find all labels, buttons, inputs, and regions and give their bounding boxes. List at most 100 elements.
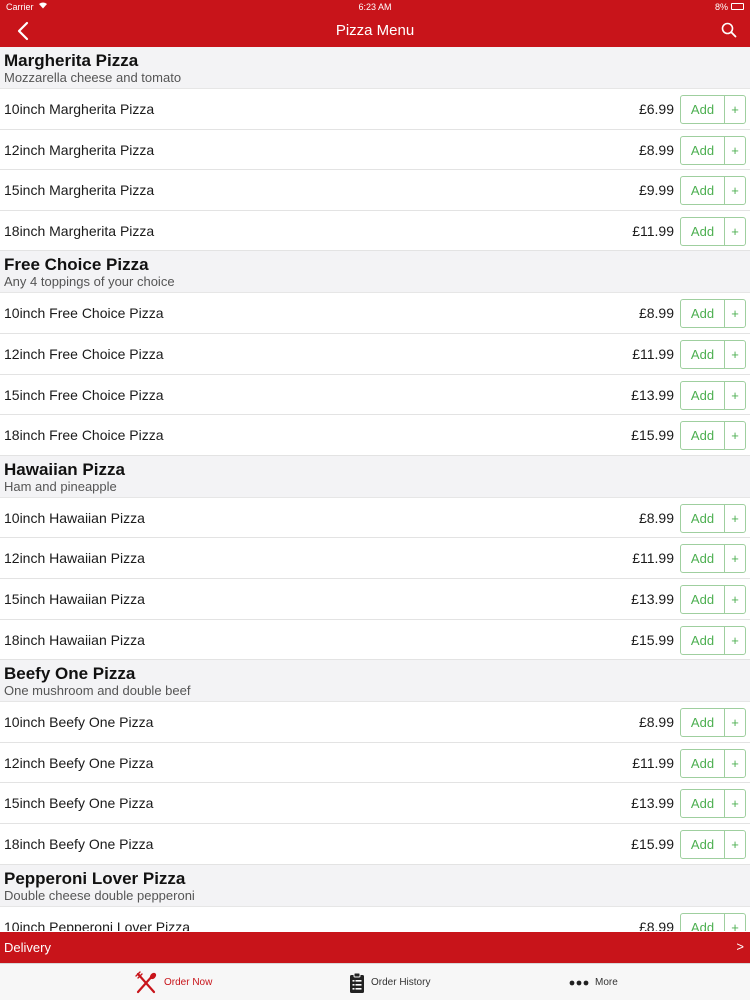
menu-item-name: 12inch Free Choice Pizza — [4, 345, 164, 362]
add-button[interactable]: Add + — [680, 829, 746, 859]
plus-icon: + — [731, 387, 739, 403]
add-button-label: Add — [681, 749, 725, 777]
tab-order-history[interactable]: Order History — [349, 964, 430, 1000]
tab-order-now[interactable]: Order Now — [134, 964, 212, 1000]
add-button[interactable]: Add + — [680, 708, 746, 738]
add-button[interactable]: Add + — [680, 135, 746, 165]
tab-more[interactable]: More — [569, 964, 618, 1000]
add-button[interactable]: Add + — [680, 95, 746, 124]
section-header: Free Choice Pizza Any 4 toppings of your … — [0, 251, 750, 294]
add-button-label: Add — [681, 422, 725, 450]
menu-item-row[interactable]: 15inch Margherita Pizza £9.99 Add + — [0, 170, 750, 211]
menu-item-name: 15inch Beefy One Pizza — [4, 795, 154, 812]
menu-item-row[interactable]: 10inch Pepperoni Lover Pizza £8.99 Add + — [0, 906, 750, 932]
menu-item-name: 15inch Margherita Pizza — [4, 182, 155, 199]
menu-item-price: £11.99 — [632, 550, 674, 567]
menu-item-row[interactable]: 12inch Free Choice Pizza £11.99 Add + — [0, 333, 750, 375]
plus-icon: + — [731, 183, 739, 199]
menu-item-name: 12inch Margherita Pizza — [4, 141, 155, 158]
menu-item-row[interactable]: 18inch Beefy One Pizza £15.99 Add + — [0, 823, 750, 865]
add-button-label: Add — [681, 626, 725, 654]
delivery-bar[interactable]: Delivery > — [0, 932, 750, 963]
section-subtitle: Double cheese double pepperoni — [4, 887, 195, 903]
add-button[interactable]: Add + — [680, 503, 746, 533]
plus-icon: + — [731, 632, 739, 648]
section-title: Free Choice Pizza — [4, 255, 149, 275]
tab-bar: Order Now Order History More — [0, 963, 750, 1000]
plus-icon: + — [731, 591, 739, 607]
add-button[interactable]: Add + — [680, 421, 746, 451]
menu-item-name: 10inch Beefy One Pizza — [4, 714, 154, 731]
add-button-label: Add — [681, 709, 725, 737]
menu-item-name: 18inch Hawaiian Pizza — [4, 631, 145, 648]
add-button[interactable]: Add + — [680, 584, 746, 614]
menu-item-price: £15.99 — [631, 427, 674, 444]
tab-order-now-label: Order Now — [164, 977, 213, 988]
menu-item-price: £11.99 — [632, 345, 674, 362]
add-button-label: Add — [681, 136, 725, 164]
add-button[interactable]: Add + — [680, 789, 746, 819]
menu-item-row[interactable]: 15inch Beefy One Pizza £13.99 Add + — [0, 783, 750, 824]
tab-more-label: More — [595, 977, 618, 988]
menu-item-row[interactable]: 10inch Free Choice Pizza £8.99 Add + — [0, 293, 750, 334]
delivery-label: Delivery — [4, 940, 51, 955]
battery-icon — [731, 3, 744, 10]
menu-item-row[interactable]: 18inch Margherita Pizza £11.99 Add + — [0, 210, 750, 252]
menu-item-name: 10inch Pepperoni Lover Pizza — [4, 918, 191, 932]
plus-icon: + — [731, 510, 739, 526]
menu-item-name: 18inch Beefy One Pizza — [4, 835, 154, 852]
menu-item-row[interactable]: 12inch Hawaiian Pizza £11.99 Add + — [0, 538, 750, 579]
add-button[interactable]: Add + — [680, 748, 746, 778]
add-button-label: Add — [681, 830, 725, 858]
section-title: Pepperoni Lover Pizza — [4, 868, 186, 888]
menu-item-name: 10inch Free Choice Pizza — [4, 305, 164, 322]
menu-item-name: 12inch Hawaiian Pizza — [4, 550, 145, 567]
section-header: Pepperoni Lover Pizza Double cheese doubl… — [0, 864, 750, 907]
add-button[interactable]: Add + — [680, 339, 746, 369]
plus-icon: + — [731, 836, 739, 852]
page-title: Pizza Menu — [335, 22, 415, 39]
section-header: Margherita Pizza Mozzarella cheese and to… — [0, 47, 750, 89]
plus-icon: + — [731, 551, 739, 567]
plus-icon: + — [731, 346, 739, 362]
add-button-label: Add — [681, 504, 725, 532]
clipboard-icon — [349, 972, 365, 994]
plus-icon: + — [731, 428, 739, 444]
plus-icon: + — [731, 306, 739, 322]
add-button[interactable]: Add + — [680, 544, 746, 574]
menu-item-row[interactable]: 15inch Free Choice Pizza £13.99 Add + — [0, 374, 750, 416]
plus-icon: + — [731, 223, 739, 239]
menu-item-row[interactable]: 10inch Margherita Pizza £6.99 Add + — [0, 89, 750, 130]
section-title: Margherita Pizza — [4, 51, 139, 70]
plus-icon: + — [731, 796, 739, 812]
menu-item-price: £9.99 — [638, 182, 674, 199]
menu-list[interactable]: Margherita Pizza Mozzarella cheese and to… — [0, 47, 750, 931]
more-dots-icon — [569, 980, 589, 986]
menu-item-price: £15.99 — [631, 631, 674, 648]
menu-item-name: 18inch Margherita Pizza — [4, 222, 155, 239]
add-button[interactable]: Add + — [680, 216, 746, 246]
plus-icon: + — [731, 102, 739, 117]
menu-item-row[interactable]: 10inch Hawaiian Pizza £8.99 Add + — [0, 497, 750, 539]
menu-item-row[interactable]: 10inch Beefy One Pizza £8.99 Add + — [0, 702, 750, 743]
menu-item-row[interactable]: 12inch Margherita Pizza £8.99 Add + — [0, 129, 750, 171]
menu-item-row[interactable]: 18inch Free Choice Pizza £15.99 Add + — [0, 415, 750, 456]
add-button[interactable]: Add + — [680, 912, 746, 931]
nav-bar: Pizza Menu — [0, 14, 750, 47]
add-button[interactable]: Add + — [680, 299, 746, 329]
menu-item-price: £6.99 — [638, 101, 674, 117]
tab-order-history-label: Order History — [371, 977, 431, 988]
menu-item-row[interactable]: 15inch Hawaiian Pizza £13.99 Add + — [0, 578, 750, 620]
section-subtitle: One mushroom and double beef — [4, 683, 191, 699]
add-button[interactable]: Add + — [680, 176, 746, 206]
menu-item-name: 15inch Hawaiian Pizza — [4, 590, 145, 607]
add-button[interactable]: Add + — [680, 625, 746, 655]
menu-item-row[interactable]: 12inch Beefy One Pizza £11.99 Add + — [0, 742, 750, 784]
battery-percent: 8% — [714, 2, 728, 12]
menu-item-price: £13.99 — [631, 795, 674, 812]
add-button-label: Add — [681, 545, 725, 573]
search-icon[interactable] — [720, 21, 738, 39]
plus-icon: + — [731, 715, 739, 731]
menu-item-row[interactable]: 18inch Hawaiian Pizza £15.99 Add + — [0, 619, 750, 661]
add-button[interactable]: Add + — [680, 380, 746, 410]
